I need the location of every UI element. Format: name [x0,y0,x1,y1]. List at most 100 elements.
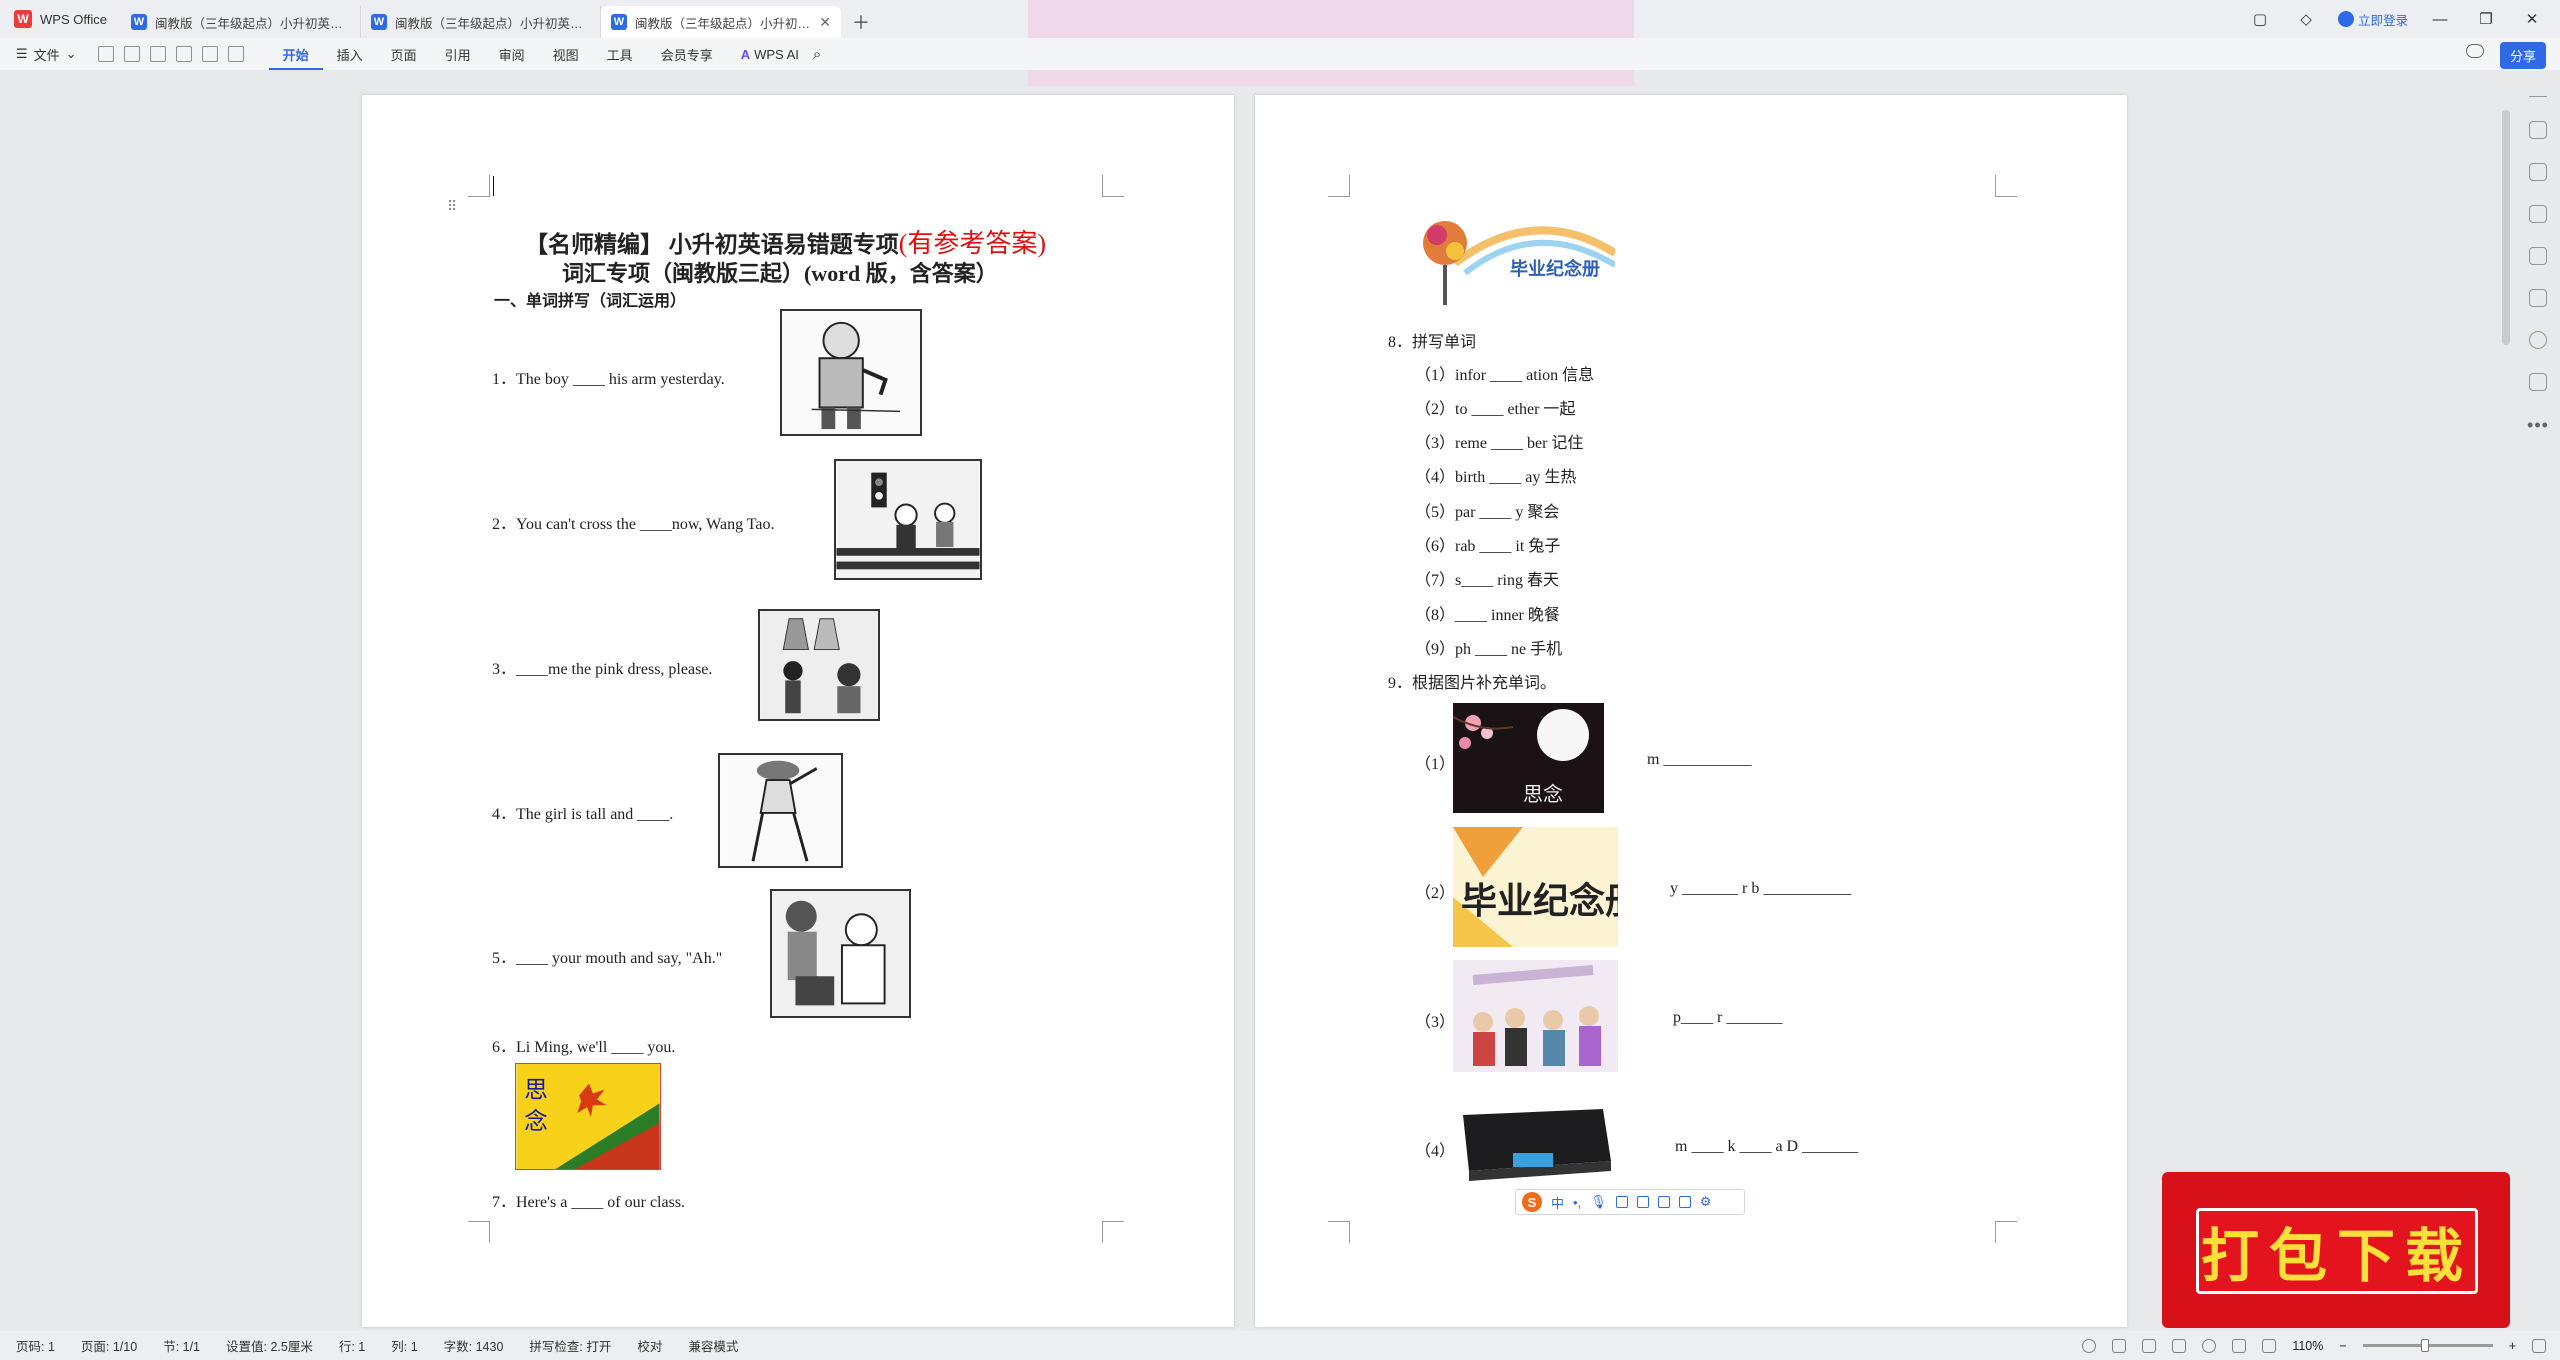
status-section[interactable]: 节: 1/1 [163,1336,200,1355]
close-window-icon[interactable]: ✕ [2518,10,2546,28]
q9-image-party [1453,960,1618,1072]
outline-view-icon[interactable] [2142,1338,2157,1353]
illustration-boy-broken-arm [780,309,922,436]
doc-title: 【名师精编】 小升初英语易错题专项(有参考答案) [525,223,1046,260]
punctuation-icon[interactable]: •, [1573,1195,1581,1210]
eye-icon[interactable] [2082,1338,2097,1353]
q9-num-1: （1） [1415,756,1456,773]
q8-item-3: （3）reme ____ ber 记住 [1415,435,1584,452]
q9-num-3: （3） [1415,1014,1456,1031]
doc-tab-3-active[interactable]: W 闽教版（三年级起点）小升初英语易错题专项 ✕ [600,6,841,38]
sogou-icon[interactable]: S [1522,1192,1542,1212]
tools-icon[interactable] [2529,289,2547,307]
settings-icon[interactable]: ⚙ [1700,1194,1712,1210]
question-8-title: 8．拼写单词 [1388,334,1477,351]
status-page[interactable]: 页码: 1 [16,1336,55,1355]
redo-icon[interactable] [227,46,244,62]
select-icon[interactable] [2529,163,2547,181]
print-icon[interactable] [149,46,166,62]
window-mode-icon[interactable]: ▢ [2246,10,2274,28]
vertical-scrollbar[interactable] [2502,110,2510,345]
q9-blank-1: m ___________ [1647,751,1752,768]
pen-mode-icon[interactable] [2232,1338,2247,1353]
undo-icon[interactable] [201,46,218,62]
status-row: 行: 1 [338,1340,366,1354]
status-setting[interactable]: 设置值: 2.5厘米 [226,1336,313,1355]
tab-page[interactable]: 页面 [377,45,431,64]
tab-tools[interactable]: 工具 [593,45,647,64]
zoom-level[interactable]: 110% [2292,1339,2323,1353]
play-icon[interactable] [2172,1338,2187,1353]
download-stamp-overlay[interactable]: 打包下载 [2162,1172,2510,1328]
q9-blank-3: p____ r _______ [1673,1009,1783,1026]
print-preview-icon[interactable] [175,46,192,62]
game-icon[interactable] [1657,1196,1670,1208]
image-icon[interactable] [2529,247,2547,265]
tab-references[interactable]: 引用 [431,45,485,64]
minimize-icon[interactable]: — [2426,11,2454,28]
login-button[interactable]: 立即登录 [2337,10,2408,29]
section-heading: 一、单词拼写（词汇运用） [494,293,687,310]
doc-tab-1[interactable]: W 闽教版（三年级起点）小升初英语易错题专项 [121,6,361,38]
chevron-down-icon: ⌄ [65,46,77,61]
moon-image-text: 思念 [1523,782,1563,806]
web-view-icon[interactable] [2202,1338,2217,1353]
tab-view[interactable]: 视图 [539,45,593,64]
doc-tab-2[interactable]: W 闽教版（三年级起点）小升初英语易错题专项 [361,6,601,38]
fullscreen-icon[interactable] [2532,1338,2546,1353]
page-view-icon[interactable] [2112,1338,2127,1353]
document-page-1[interactable]: ⠿ 【名师精编】 小升初英语易错题专项(有参考答案) 词汇专项（闽教版三起）(w… [362,95,1234,1327]
wps-ai-button[interactable]: A WPS AI [727,47,813,62]
skin-icon[interactable] [1636,1196,1649,1208]
document-page-2[interactable]: 毕业纪念册 8．拼写单词 （1）infor ____ ation 信息 （2）t… [1255,95,2127,1327]
status-pages[interactable]: 页面: 1/10 [81,1336,137,1355]
search-icon[interactable]: ⌕ [813,46,821,63]
help-icon[interactable] [2529,331,2547,349]
microphone-icon[interactable]: 🎙 [1590,1194,1607,1210]
question-4: 4．The girl is tall and ____. [492,806,674,823]
ime-toolbar[interactable]: S 中 •, 🎙 ⚙ [1515,1189,1745,1215]
share-button[interactable]: 分享 [2499,42,2546,69]
pen-icon[interactable] [2529,121,2547,139]
grid-icon[interactable] [1678,1196,1691,1208]
more-icon[interactable]: ••• [2527,415,2549,436]
save-icon[interactable] [97,46,114,62]
new-tab-button[interactable]: ＋ [841,6,881,38]
status-right-controls: 110% − + [2082,1331,2546,1360]
question-2: 2．You can't cross the ____now, Wang Tao. [492,516,775,533]
tab-member[interactable]: 会员专享 [647,45,727,64]
cube-icon[interactable]: ◇ [2292,10,2320,28]
tab-home[interactable]: 开始 [268,39,323,70]
zoom-slider[interactable] [2362,1339,2493,1352]
status-compat: 兼容模式 [688,1340,739,1354]
crop-mark [1328,1221,1350,1243]
status-proofread[interactable]: 校对 [637,1336,662,1355]
tab-review[interactable]: 审阅 [485,45,539,64]
close-tab-icon[interactable]: ✕ [819,14,831,31]
find-icon[interactable] [123,46,140,62]
tab-insert[interactable]: 插入 [323,45,377,64]
q9-image-dvd-player [1453,1091,1618,1191]
file-menu[interactable]: ☰ 文件 ⌄ [0,45,93,64]
fit-page-icon[interactable] [2262,1338,2277,1353]
wps-logo[interactable]: W WPS Office [0,0,121,38]
zoom-in-icon[interactable]: + [2509,1339,2516,1353]
stamp-label: 打包下载 [2196,1208,2478,1294]
word-doc-icon: W [130,14,147,30]
status-words[interactable]: 字数: 1430 [444,1336,504,1355]
q8-item-5: （5）par ____ y 聚会 [1415,504,1560,521]
cloud-icon[interactable] [2466,44,2484,58]
restore-icon[interactable]: ❐ [2472,10,2500,28]
zoom-out-icon[interactable]: − [2339,1339,2346,1353]
ribbon-toolbar: ☰ 文件 ⌄ 开始 插入 页面 引用 审阅 视图 工具 会员专享 A WPS AI ⌕ [0,38,2560,70]
minus-icon[interactable] [2529,96,2547,97]
drag-handle-icon[interactable]: ⠿ [447,198,457,215]
avatar-icon [2337,11,2354,27]
status-spellcheck[interactable]: 拼写检查: 打开 [529,1336,611,1355]
ime-mode-chinese[interactable]: 中 [1551,1193,1564,1212]
question-5: 5．____ your mouth and say, "Ah." [492,950,723,967]
keyboard-icon[interactable] [1615,1196,1628,1208]
adjust-icon[interactable] [2529,205,2547,223]
shirt-icon[interactable] [2529,373,2547,391]
zoom-slider-knob[interactable] [2420,1339,2429,1352]
